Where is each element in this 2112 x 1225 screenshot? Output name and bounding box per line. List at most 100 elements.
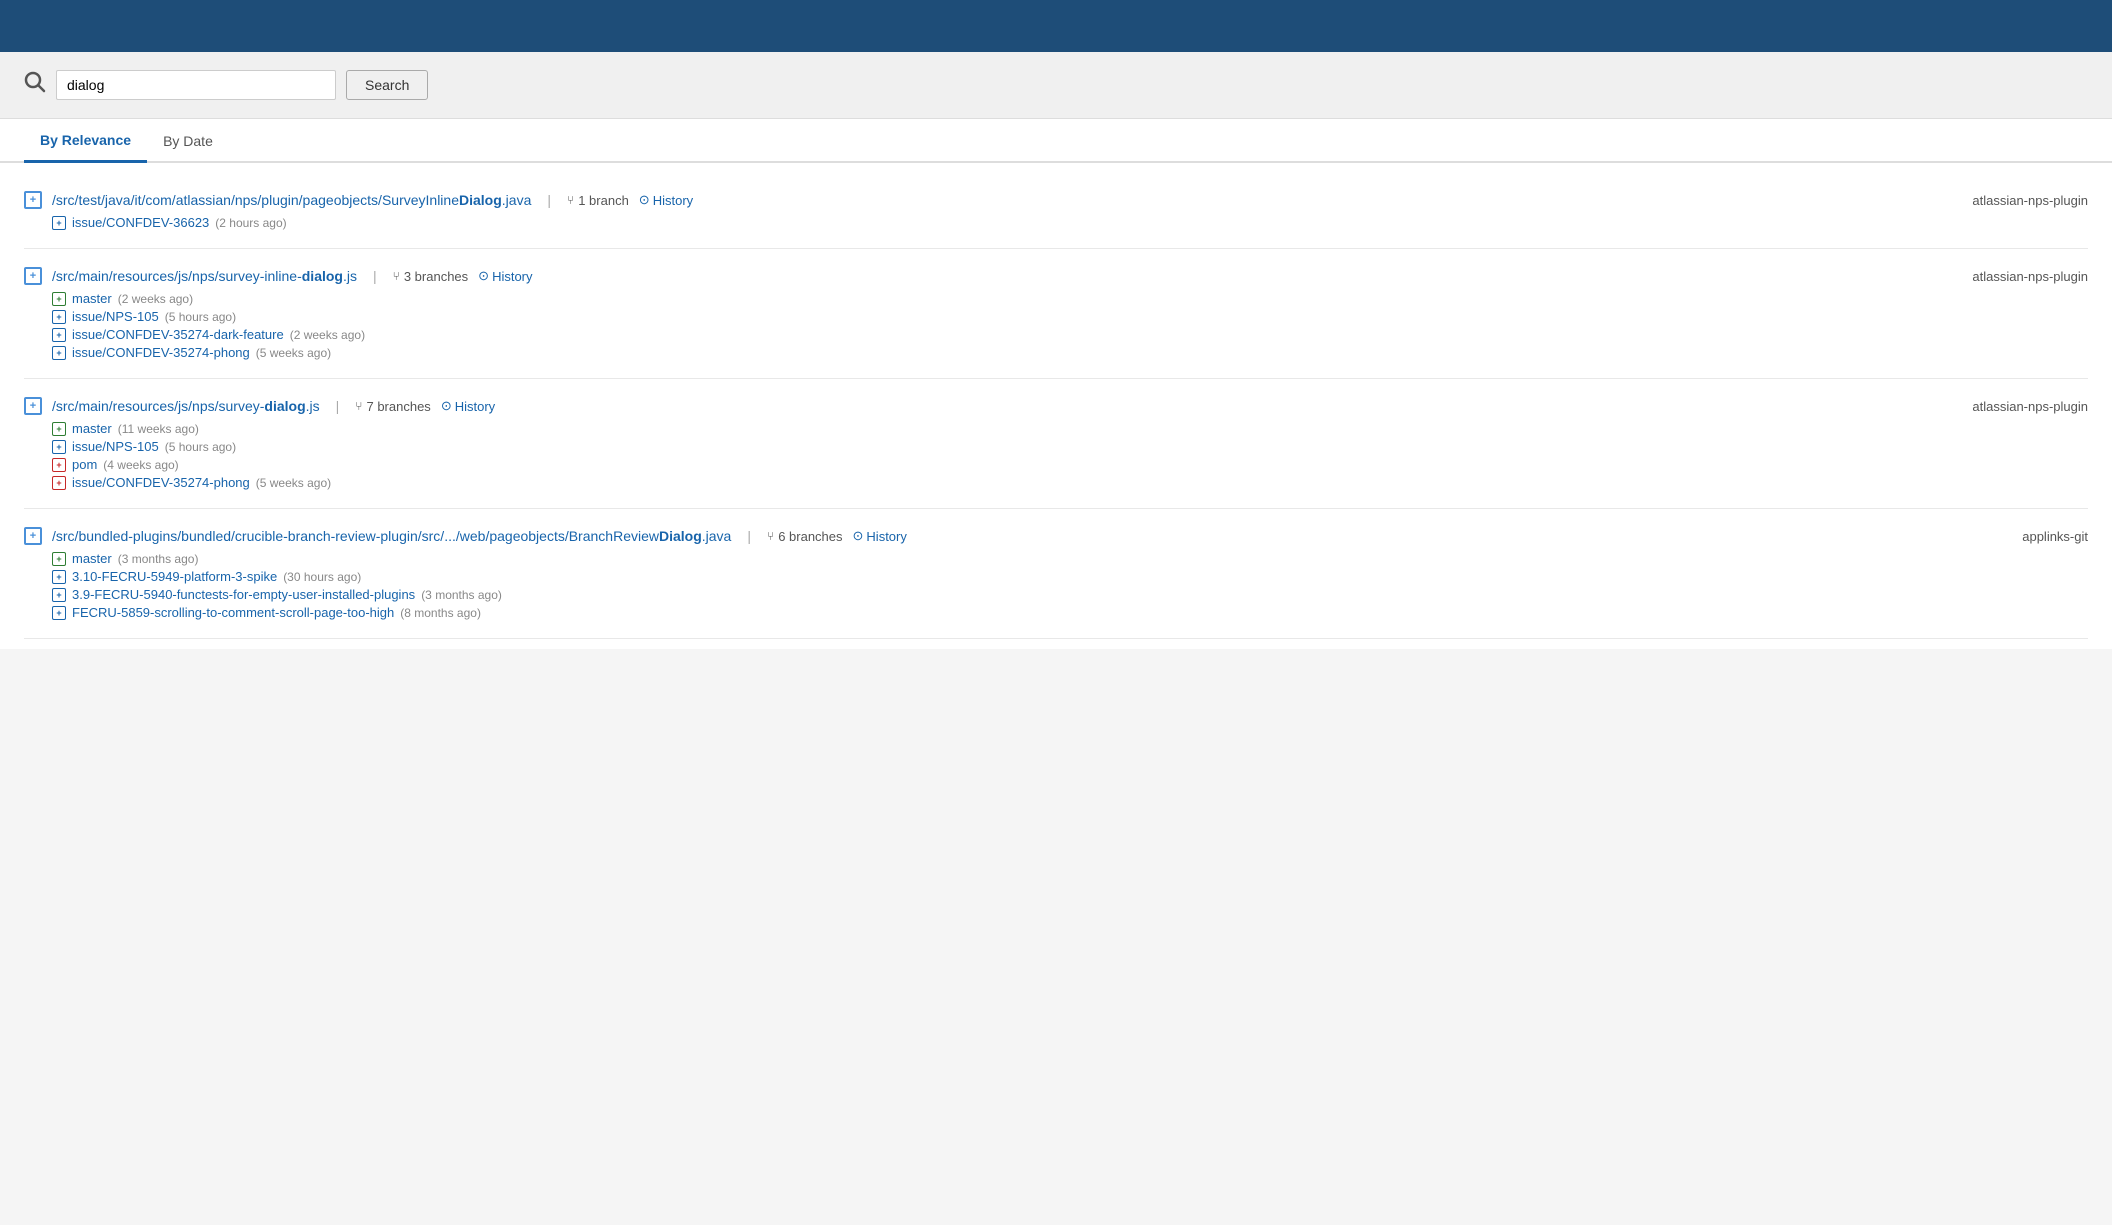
- branch-item-icon: +: [52, 458, 66, 472]
- branch-count-icon-2: ⑂: [393, 269, 400, 283]
- branch-count-1: 1 branch: [578, 193, 629, 208]
- separator-4: |: [747, 528, 751, 544]
- branch-item-icon: +: [52, 476, 66, 490]
- branch-item-icon: +: [52, 606, 66, 620]
- branch-item-icon: +: [52, 440, 66, 454]
- branch-name[interactable]: master: [72, 291, 112, 306]
- branch-name[interactable]: issue/NPS-105: [72, 439, 159, 454]
- results-container: + /src/test/java/it/com/atlassian/nps/pl…: [0, 163, 2112, 649]
- branch-name[interactable]: 3.10-FECRU-5949-platform-3-spike: [72, 569, 277, 584]
- history-link-4[interactable]: ⊙ History: [853, 528, 907, 544]
- branch-item: + issue/NPS-105 (5 hours ago): [52, 439, 2088, 454]
- branch-item: + master (3 months ago): [52, 551, 2088, 566]
- branch-time: (11 weeks ago): [118, 422, 199, 436]
- branch-item: + issue/CONFDEV-35274-phong (5 weeks ago…: [52, 475, 2088, 490]
- branch-name[interactable]: pom: [72, 457, 97, 472]
- branch-time: (5 weeks ago): [256, 476, 331, 490]
- search-bar: Search: [0, 52, 2112, 119]
- branch-name[interactable]: issue/CONFDEV-36623: [72, 215, 209, 230]
- branch-name[interactable]: 3.9-FECRU-5940-functests-for-empty-user-…: [72, 587, 415, 602]
- repo-name-1: atlassian-nps-plugin: [1972, 193, 2088, 208]
- branch-name[interactable]: FECRU-5859-scrolling-to-comment-scroll-p…: [72, 605, 394, 620]
- branch-item-icon: +: [52, 310, 66, 324]
- branch-count-icon-3: ⑂: [355, 399, 362, 413]
- tabs-bar: By Relevance By Date: [0, 119, 2112, 163]
- branch-count-icon-4: ⑂: [767, 529, 774, 543]
- branch-item-icon: +: [52, 422, 66, 436]
- result-header-4: + /src/bundled-plugins/bundled/crucible-…: [24, 527, 2088, 545]
- result-item-3: + /src/main/resources/js/nps/survey-dial…: [24, 379, 2088, 509]
- branch-name[interactable]: master: [72, 551, 112, 566]
- branch-time: (8 months ago): [400, 606, 481, 620]
- branch-item-icon: +: [52, 216, 66, 230]
- history-icon-3: ⊙: [441, 398, 452, 414]
- branches-info-1: ⑂ 1 branch: [567, 193, 629, 208]
- file-icon-4: +: [24, 527, 42, 545]
- branches-info-4: ⑂ 6 branches: [767, 529, 843, 544]
- branch-list-4: + master (3 months ago) + 3.10-FECRU-594…: [52, 551, 2088, 620]
- file-path-4[interactable]: /src/bundled-plugins/bundled/crucible-br…: [52, 528, 731, 544]
- branch-list-3: + master (11 weeks ago) + issue/NPS-105 …: [52, 421, 2088, 490]
- branch-item: + issue/CONFDEV-35274-phong (5 weeks ago…: [52, 345, 2088, 360]
- history-link-2[interactable]: ⊙ History: [478, 268, 532, 284]
- branch-count-3: 7 branches: [366, 399, 430, 414]
- branch-name[interactable]: issue/CONFDEV-35274-dark-feature: [72, 327, 284, 342]
- history-icon-1: ⊙: [639, 192, 650, 208]
- history-link-3[interactable]: ⊙ History: [441, 398, 495, 414]
- history-link-1[interactable]: ⊙ History: [639, 192, 693, 208]
- branch-time: (2 weeks ago): [118, 292, 193, 306]
- result-item-2: + /src/main/resources/js/nps/survey-inli…: [24, 249, 2088, 379]
- branch-item-icon: +: [52, 570, 66, 584]
- tab-by-date[interactable]: By Date: [147, 123, 229, 163]
- branch-time: (3 months ago): [118, 552, 199, 566]
- separator-3: |: [336, 398, 340, 414]
- search-icon: [24, 71, 46, 99]
- branch-item: + 3.9-FECRU-5940-functests-for-empty-use…: [52, 587, 2088, 602]
- file-icon-3: +: [24, 397, 42, 415]
- branches-info-3: ⑂ 7 branches: [355, 399, 431, 414]
- branch-item: + master (11 weeks ago): [52, 421, 2088, 436]
- branch-item-icon: +: [52, 346, 66, 360]
- history-icon-2: ⊙: [478, 268, 489, 284]
- branch-list-2: + master (2 weeks ago) + issue/NPS-105 (…: [52, 291, 2088, 360]
- result-header-3: + /src/main/resources/js/nps/survey-dial…: [24, 397, 2088, 415]
- search-button[interactable]: Search: [346, 70, 428, 100]
- branch-time: (5 hours ago): [165, 310, 236, 324]
- separator-2: |: [373, 268, 377, 284]
- branch-item: + master (2 weeks ago): [52, 291, 2088, 306]
- branch-time: (4 weeks ago): [103, 458, 178, 472]
- file-path-2[interactable]: /src/main/resources/js/nps/survey-inline…: [52, 268, 357, 284]
- branch-time: (3 months ago): [421, 588, 502, 602]
- branch-item-icon: +: [52, 328, 66, 342]
- branch-time: (5 hours ago): [165, 440, 236, 454]
- branch-item-icon: +: [52, 292, 66, 306]
- branch-time: (2 hours ago): [215, 216, 286, 230]
- branch-name[interactable]: issue/CONFDEV-35274-phong: [72, 345, 250, 360]
- result-item-4: + /src/bundled-plugins/bundled/crucible-…: [24, 509, 2088, 639]
- branch-item: + pom (4 weeks ago): [52, 457, 2088, 472]
- search-input[interactable]: [56, 70, 336, 100]
- result-header-2: + /src/main/resources/js/nps/survey-inli…: [24, 267, 2088, 285]
- branch-name[interactable]: issue/NPS-105: [72, 309, 159, 324]
- branch-count-4: 6 branches: [778, 529, 842, 544]
- file-icon-2: +: [24, 267, 42, 285]
- file-icon-1: +: [24, 191, 42, 209]
- file-path-3[interactable]: /src/main/resources/js/nps/survey-dialog…: [52, 398, 320, 414]
- result-header-1: + /src/test/java/it/com/atlassian/nps/pl…: [24, 191, 2088, 209]
- branch-item: + issue/CONFDEV-35274-dark-feature (2 we…: [52, 327, 2088, 342]
- branch-count-icon-1: ⑂: [567, 193, 574, 207]
- tab-by-relevance[interactable]: By Relevance: [24, 122, 147, 163]
- branch-name[interactable]: issue/CONFDEV-35274-phong: [72, 475, 250, 490]
- branch-item: + 3.10-FECRU-5949-platform-3-spike (30 h…: [52, 569, 2088, 584]
- branch-item: + issue/NPS-105 (5 hours ago): [52, 309, 2088, 324]
- branch-time: (30 hours ago): [283, 570, 361, 584]
- branch-item-icon: +: [52, 552, 66, 566]
- repo-name-2: atlassian-nps-plugin: [1972, 269, 2088, 284]
- branch-time: (5 weeks ago): [256, 346, 331, 360]
- branch-item: + issue/CONFDEV-36623 (2 hours ago): [52, 215, 2088, 230]
- repo-name-3: atlassian-nps-plugin: [1972, 399, 2088, 414]
- top-bar: [0, 0, 2112, 52]
- branch-count-2: 3 branches: [404, 269, 468, 284]
- branch-name[interactable]: master: [72, 421, 112, 436]
- file-path-1[interactable]: /src/test/java/it/com/atlassian/nps/plug…: [52, 192, 531, 208]
